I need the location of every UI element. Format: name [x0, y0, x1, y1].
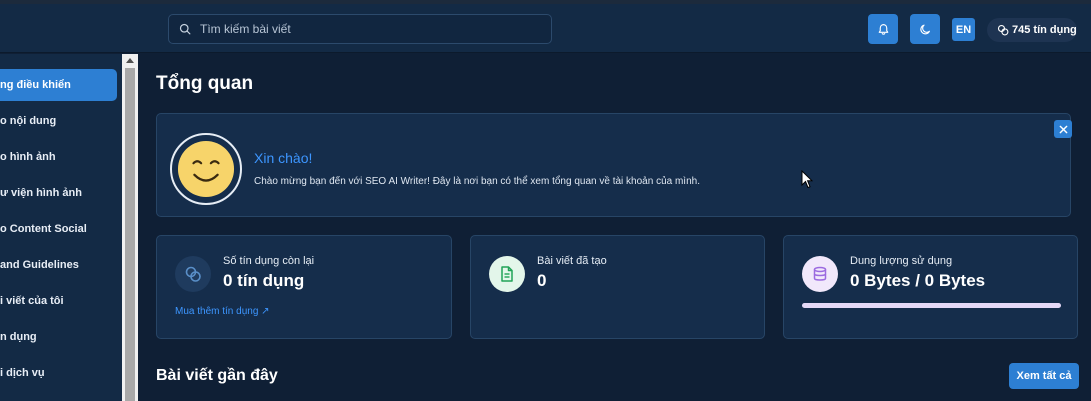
sidebar-item-credits[interactable]: n dụng: [0, 321, 117, 353]
credits-card: Số tín dụng còn lại 0 tín dụng Mua thêm …: [156, 235, 452, 339]
storage-card-value: 0 Bytes / 0 Bytes: [850, 271, 986, 290]
search-input[interactable]: [200, 22, 540, 36]
scroll-up-arrow-icon[interactable]: [126, 58, 134, 63]
credits-card-icon: [175, 256, 211, 292]
articles-card-value: 0: [537, 271, 547, 290]
storage-card: Dung lượng sử dụng 0 Bytes / 0 Bytes: [783, 235, 1078, 339]
sidebar-item-image-library[interactable]: ư viện hình ảnh: [0, 177, 117, 209]
bell-icon: [878, 23, 888, 35]
sidebar-item-label: and Guidelines: [0, 259, 79, 271]
sidebar-item-label: o nội dung: [0, 115, 57, 127]
top-header: EN 745 tín dụng: [0, 4, 1091, 53]
sidebar-item-services[interactable]: i dịch vụ: [0, 357, 117, 389]
coins-icon: [997, 24, 1009, 36]
sidebar-item-social-content[interactable]: o Content Social: [0, 213, 117, 245]
avatar: [170, 133, 242, 205]
storage-usage-bar: [802, 303, 1061, 308]
welcome-message: Chào mừng bạn đến với SEO AI Writer! Đây…: [254, 176, 700, 187]
sidebar-item-label: i viết của tôi: [0, 295, 64, 307]
sidebar-item-label: i dịch vụ: [0, 367, 45, 379]
sidebar-item-label: ư viện hình ảnh: [0, 187, 82, 199]
sidebar-item-label: o hình ảnh: [0, 151, 56, 163]
articles-card: Bài viết đã tạo 0: [470, 235, 765, 339]
credits-badge[interactable]: 745 tín dụng: [987, 18, 1077, 42]
document-icon: [501, 266, 513, 282]
storage-card-label: Dung lượng sử dụng: [850, 255, 953, 267]
storage-card-icon: [802, 256, 838, 292]
mouse-cursor-icon: [801, 170, 813, 189]
credits-card-label: Số tín dụng còn lại: [223, 255, 315, 267]
search-icon: [179, 23, 191, 35]
sidebar-item-create-image[interactable]: o hình ảnh: [0, 141, 117, 173]
language-button[interactable]: EN: [952, 18, 975, 41]
credits-card-value: 0 tín dụng: [223, 271, 305, 290]
moon-icon: [919, 24, 930, 34]
scrollbar-thumb[interactable]: [125, 68, 135, 401]
coins-icon: [185, 266, 201, 282]
main-content: Tổng quan Xin chào! Chào mừng bạn đến vớ…: [138, 54, 1091, 401]
articles-card-icon: [489, 256, 525, 292]
recent-articles-title: Bài viết gần đây: [156, 367, 278, 384]
articles-card-label: Bài viết đã tạo: [537, 255, 607, 267]
welcome-banner: Xin chào! Chào mừng bạn đến với SEO AI W…: [156, 113, 1072, 217]
smiley-face-icon: [177, 140, 235, 198]
dark-mode-button[interactable]: [910, 14, 940, 44]
sidebar-item-my-articles[interactable]: i viết của tôi: [0, 285, 117, 317]
close-icon: [1059, 125, 1067, 133]
page-title: Tổng quan: [156, 73, 254, 94]
search-box[interactable]: [168, 14, 552, 44]
sidebar: ng điều khiển o nội dung o hình ảnh ư vi…: [0, 54, 122, 401]
sidebar-item-brand-guidelines[interactable]: and Guidelines: [0, 249, 117, 281]
close-banner-button[interactable]: [1054, 120, 1072, 138]
sidebar-item-label: n dụng: [0, 331, 37, 343]
sidebar-item-dashboard[interactable]: ng điều khiển: [0, 69, 117, 101]
greeting-text: Xin chào!: [254, 150, 313, 166]
sidebar-item-create-content[interactable]: o nội dung: [0, 105, 117, 137]
credits-text: 745 tín dụng: [1012, 24, 1077, 36]
sidebar-item-label: ng điều khiển: [0, 79, 71, 91]
sidebar-item-label: o Content Social: [0, 223, 87, 235]
sidebar-scrollbar[interactable]: [122, 54, 138, 401]
database-icon: [813, 266, 827, 281]
buy-credits-link[interactable]: Mua thêm tín dụng ↗: [175, 306, 270, 317]
notifications-button[interactable]: [868, 14, 898, 44]
see-all-button[interactable]: Xem tất cả: [1009, 363, 1079, 389]
